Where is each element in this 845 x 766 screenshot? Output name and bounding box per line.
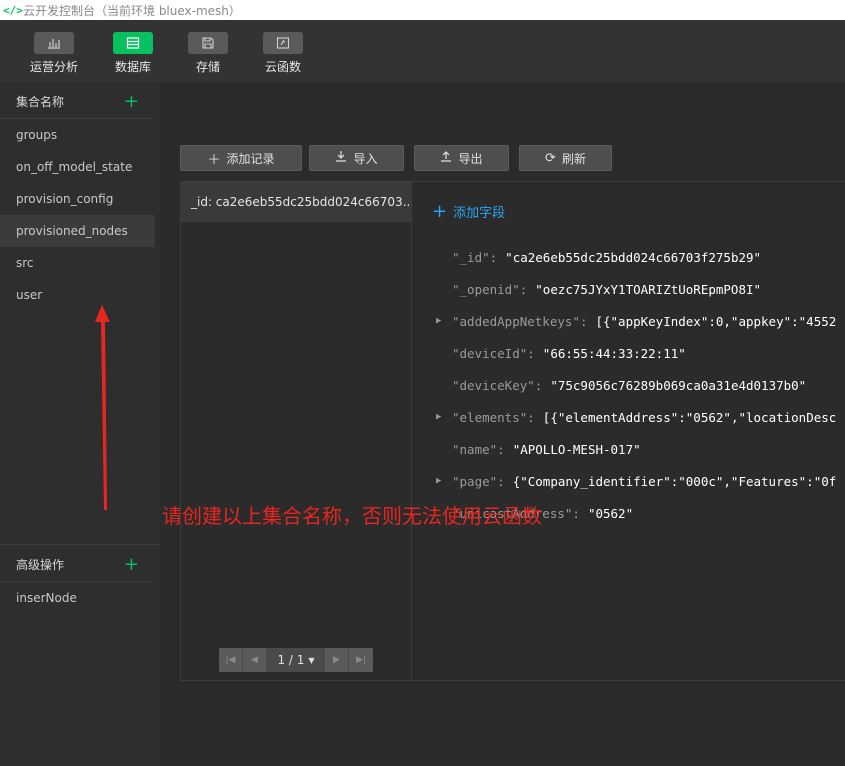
annotation-text: 请创建以上集合名称，否则无法使用云函数 bbox=[162, 504, 542, 528]
annotation-arrow bbox=[95, 305, 110, 510]
